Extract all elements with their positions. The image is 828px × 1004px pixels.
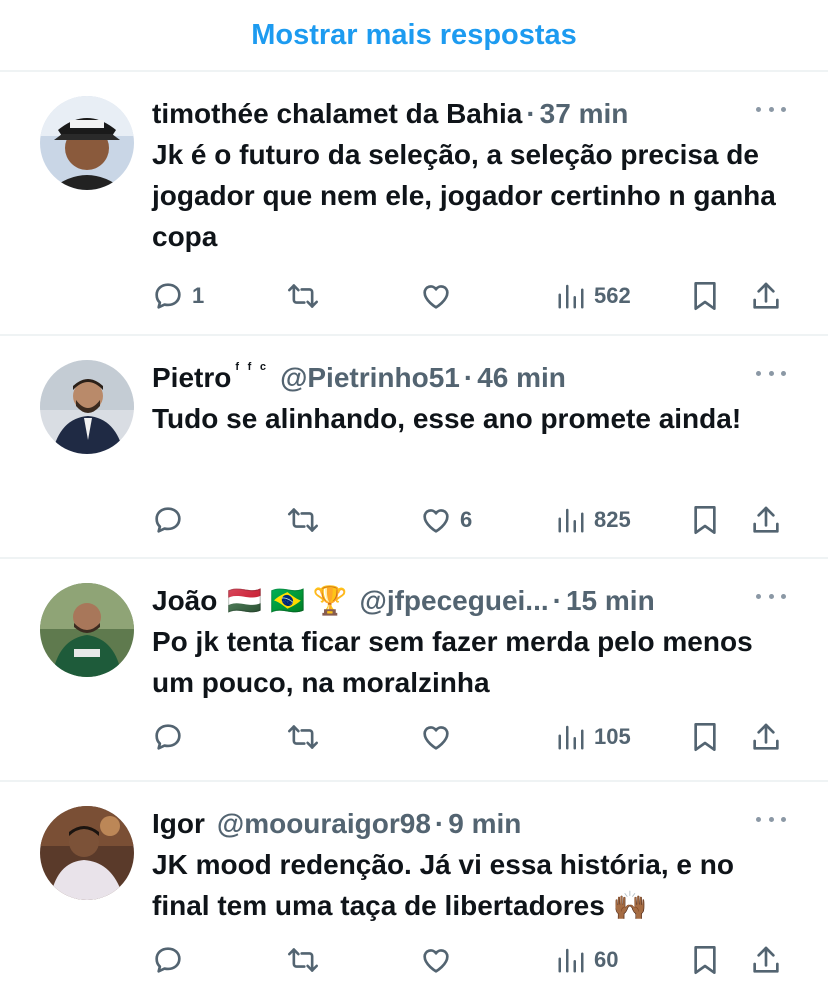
avatar[interactable]	[40, 583, 134, 677]
views-button[interactable]: 60	[556, 938, 618, 982]
repost-icon	[287, 948, 319, 972]
timestamp[interactable]: 37 min	[540, 94, 629, 134]
views-count: 562	[594, 283, 631, 308]
reply-item[interactable]: Pietro ᶠ ᶠ ᶜ @Pietrinho51 · 46 min Tudo …	[0, 336, 828, 558]
views-count: 105	[594, 724, 631, 749]
share-button[interactable]	[750, 715, 782, 759]
comment-icon	[155, 947, 181, 973]
bookmark-button[interactable]	[690, 274, 720, 318]
bookmark-button[interactable]	[690, 498, 720, 542]
repost-button[interactable]	[286, 715, 320, 759]
display-name[interactable]: João	[152, 581, 217, 621]
share-button[interactable]	[750, 274, 782, 318]
action-bar: 6 825	[0, 498, 828, 542]
heart-icon	[423, 949, 449, 973]
reply-text: Po jk tenta ficar sem fazer merda pelo m…	[152, 626, 753, 698]
reply-item[interactable]: timothée chalamet da Bahia · 37 min Jk é…	[0, 72, 828, 334]
reply-button[interactable]	[152, 498, 192, 542]
like-button[interactable]	[420, 715, 460, 759]
reply-button[interactable]	[152, 938, 192, 982]
repost-icon	[287, 284, 319, 308]
comment-icon	[155, 724, 181, 750]
display-name[interactable]: Pietro	[152, 358, 231, 398]
reply-count: 1	[192, 283, 205, 308]
share-icon	[753, 946, 779, 973]
display-name[interactable]: Igor	[152, 804, 205, 844]
user-handle[interactable]: @jfpeceguei...	[360, 581, 549, 621]
reply-text: Jk é o futuro da seleção, a seleção prec…	[152, 139, 776, 252]
like-button[interactable]	[420, 274, 460, 318]
repost-icon	[287, 508, 319, 532]
more-options-icon[interactable]	[756, 358, 786, 388]
bookmark-button[interactable]	[690, 938, 720, 982]
share-button[interactable]	[750, 938, 782, 982]
reply-item[interactable]: João 🇭🇺 🇧🇷 🏆 @jfpeceguei... · 15 min Po …	[0, 559, 828, 781]
timestamp[interactable]: 46 min	[477, 358, 566, 398]
views-count: 60	[594, 947, 619, 972]
repost-button[interactable]	[286, 274, 320, 318]
user-handle[interactable]: @Pietrinho51	[280, 358, 460, 398]
avatar[interactable]	[40, 96, 134, 190]
action-bar: 60	[0, 938, 828, 982]
bookmark-button[interactable]	[690, 715, 720, 759]
share-icon	[753, 506, 779, 533]
heart-icon	[423, 285, 449, 309]
avatar[interactable]	[40, 806, 134, 900]
views-count: 825	[594, 507, 631, 532]
repost-icon	[287, 725, 319, 749]
avatar[interactable]	[40, 360, 134, 454]
reply-button[interactable]	[152, 715, 192, 759]
heart-icon	[423, 509, 449, 533]
like-count: 6	[460, 507, 473, 532]
heart-icon	[423, 726, 449, 750]
bookmark-icon	[694, 946, 716, 974]
user-handle[interactable]: @moouraigor98	[217, 804, 431, 844]
action-bar: 1 562	[0, 274, 828, 318]
timestamp[interactable]: 15 min	[566, 581, 655, 621]
display-name[interactable]: timothée chalamet da Bahia	[152, 94, 522, 134]
share-icon	[753, 723, 779, 750]
bookmark-icon	[694, 282, 716, 310]
views-chart-icon	[558, 725, 584, 750]
separator-dot: ·	[526, 98, 536, 129]
timestamp[interactable]: 9 min	[448, 804, 521, 844]
views-button[interactable]: 825	[556, 498, 631, 542]
bookmark-icon	[694, 723, 716, 751]
show-more-replies-link[interactable]: Mostrar mais respostas	[0, 0, 828, 70]
separator-dot: ·	[463, 362, 474, 393]
like-button[interactable]: 6	[420, 498, 472, 542]
profile-emoji-flags: 🇭🇺 🇧🇷 🏆	[227, 585, 348, 616]
views-button[interactable]: 105	[556, 715, 631, 759]
share-button[interactable]	[750, 498, 782, 542]
more-options-icon[interactable]	[756, 804, 786, 834]
repost-button[interactable]	[286, 938, 320, 982]
reply-button[interactable]: 1	[152, 274, 204, 318]
bookmark-icon	[694, 506, 716, 534]
more-options-icon[interactable]	[756, 581, 786, 611]
display-name-badge: ᶠ ᶠ ᶜ	[235, 361, 269, 378]
repost-button[interactable]	[286, 498, 320, 542]
action-bar: 105	[0, 715, 828, 759]
comment-icon	[155, 507, 181, 533]
like-button[interactable]	[420, 938, 460, 982]
reply-text: Tudo se alinhando, esse ano promete aind…	[152, 403, 742, 434]
reply-text: JK mood redenção. Já vi essa história, e…	[152, 849, 734, 921]
separator-dot: ·	[552, 585, 562, 616]
reply-item[interactable]: Igor @moouraigor98 · 9 min JK mood reden…	[0, 782, 828, 1004]
views-chart-icon	[558, 948, 584, 973]
more-options-icon[interactable]	[756, 94, 786, 124]
views-chart-icon	[558, 284, 584, 309]
comment-icon	[155, 283, 181, 309]
views-button[interactable]: 562	[556, 274, 631, 318]
separator-dot: ·	[434, 808, 445, 839]
share-icon	[753, 282, 779, 309]
views-chart-icon	[558, 508, 584, 533]
